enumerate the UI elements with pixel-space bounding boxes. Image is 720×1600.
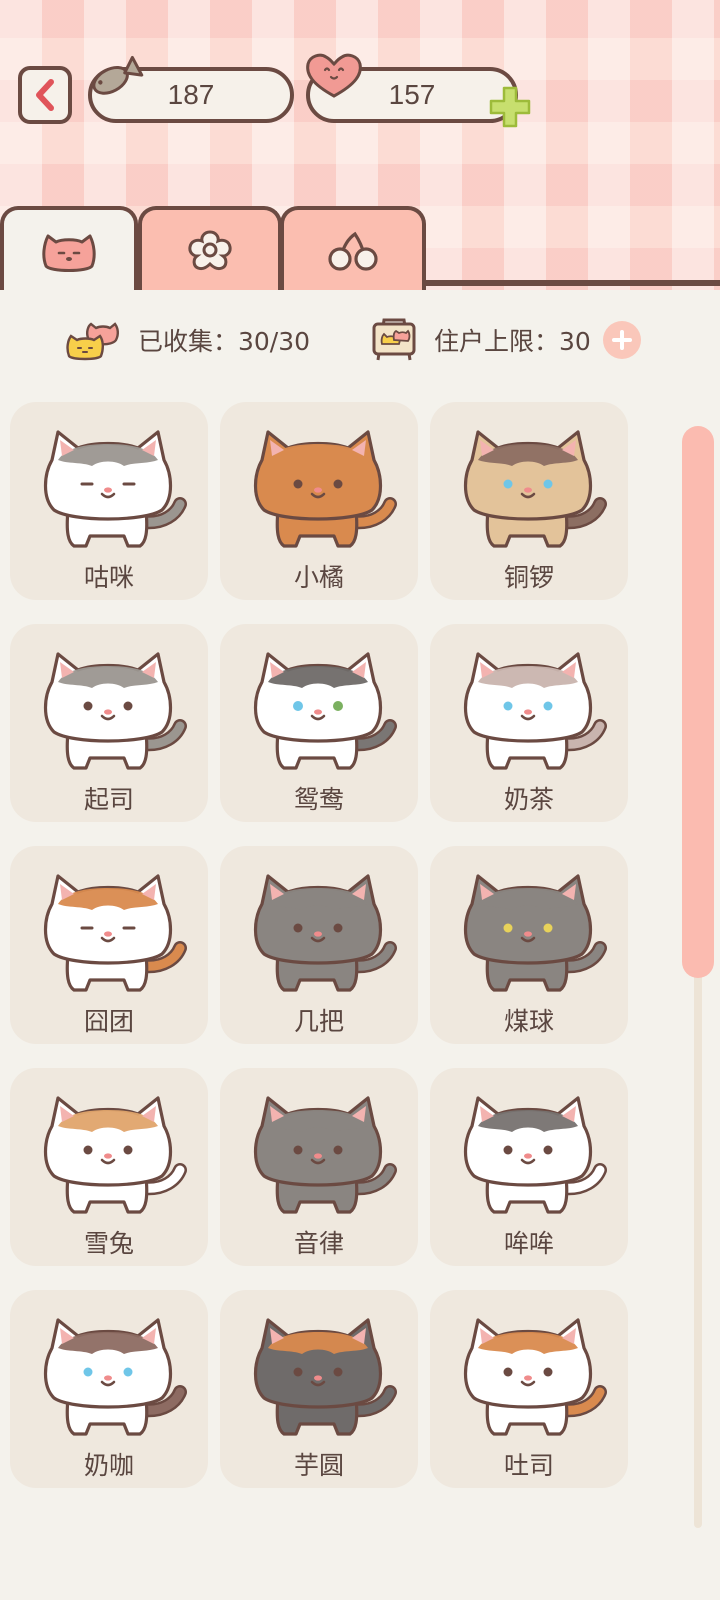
cat-icon (43, 430, 187, 548)
heart-icon (306, 53, 362, 98)
cat-icon (43, 874, 187, 992)
cat-card[interactable]: 雪兔 (10, 1068, 208, 1266)
cat-card[interactable]: 音律 (220, 1068, 418, 1266)
cat-icon (463, 1096, 607, 1214)
cat-card[interactable]: 奶咖 (10, 1290, 208, 1488)
cat-name: 小橘 (293, 563, 344, 592)
limit-label: 住户上限：30 (434, 327, 591, 356)
plus-icon (611, 330, 632, 350)
cat-card[interactable]: 囧团 (10, 846, 208, 1044)
cat-name: 咕咪 (83, 563, 134, 592)
cat-card[interactable]: 煤球 (430, 846, 628, 1044)
cat-icon (463, 430, 607, 548)
collection-stats: 已收集：30/30 住户上限：30 (0, 312, 720, 372)
cat-face-icon (42, 234, 96, 272)
cat-card[interactable]: 几把 (220, 846, 418, 1044)
cat-name: 煤球 (503, 1007, 554, 1036)
cat-icon (463, 874, 607, 992)
cat-card[interactable]: 咕咪 (10, 402, 208, 600)
cat-name: 奶咖 (83, 1451, 134, 1480)
fish-icon (92, 55, 144, 95)
cat-name: 哞哞 (503, 1229, 554, 1258)
resident-limit-stat: 住户上限：30 (368, 312, 641, 368)
flower-icon (188, 230, 232, 271)
cat-name: 音律 (293, 1229, 344, 1258)
cat-card[interactable]: 鸳鸯 (220, 624, 418, 822)
cat-heads-icon (66, 322, 119, 361)
cat-icon (253, 1096, 397, 1214)
cat-card[interactable]: 芋圆 (220, 1290, 418, 1488)
cat-card[interactable]: 吐司 (430, 1290, 628, 1488)
cat-icon (43, 1318, 187, 1436)
cat-name: 起司 (83, 785, 134, 814)
tab-cherry[interactable] (280, 206, 426, 290)
tab-cats[interactable] (0, 206, 138, 290)
cat-card[interactable]: 哞哞 (430, 1068, 628, 1266)
tab-flower[interactable] (138, 206, 282, 290)
cat-name: 鸳鸯 (293, 785, 344, 814)
back-button[interactable] (18, 66, 72, 124)
cat-icon (253, 874, 397, 992)
cat-name: 铜锣 (503, 563, 554, 592)
cat-name: 囧团 (83, 1007, 134, 1036)
add-hearts-button[interactable] (487, 84, 533, 130)
collected-label: 已收集：30/30 (138, 327, 311, 356)
cat-icon (253, 1318, 397, 1436)
signboard-icon (372, 318, 416, 361)
cat-icon (253, 430, 397, 548)
cat-name: 几把 (293, 1007, 344, 1036)
chevron-left-icon (36, 79, 54, 111)
cat-card[interactable]: 奶茶 (430, 624, 628, 822)
cat-name: 吐司 (503, 1451, 554, 1480)
cat-card[interactable]: 起司 (10, 624, 208, 822)
add-limit-button[interactable] (602, 321, 641, 359)
cat-name: 雪兔 (83, 1229, 134, 1258)
cat-icon (253, 652, 397, 770)
cat-name: 芋圆 (293, 1451, 344, 1480)
cat-icon (463, 652, 607, 770)
scrollbar-thumb[interactable] (682, 426, 714, 978)
cat-icon (43, 1096, 187, 1214)
cat-icon (463, 1318, 607, 1436)
heart-count: 157 (388, 79, 436, 110)
cat-card[interactable]: 铜锣 (430, 402, 628, 600)
cherry-icon (328, 231, 378, 271)
cat-icon (43, 652, 187, 770)
fish-count: 187 (167, 79, 215, 110)
cat-name: 奶茶 (503, 785, 554, 814)
collected-stat: 已收集：30/30 (66, 312, 310, 368)
cat-card[interactable]: 小橘 (220, 402, 418, 600)
